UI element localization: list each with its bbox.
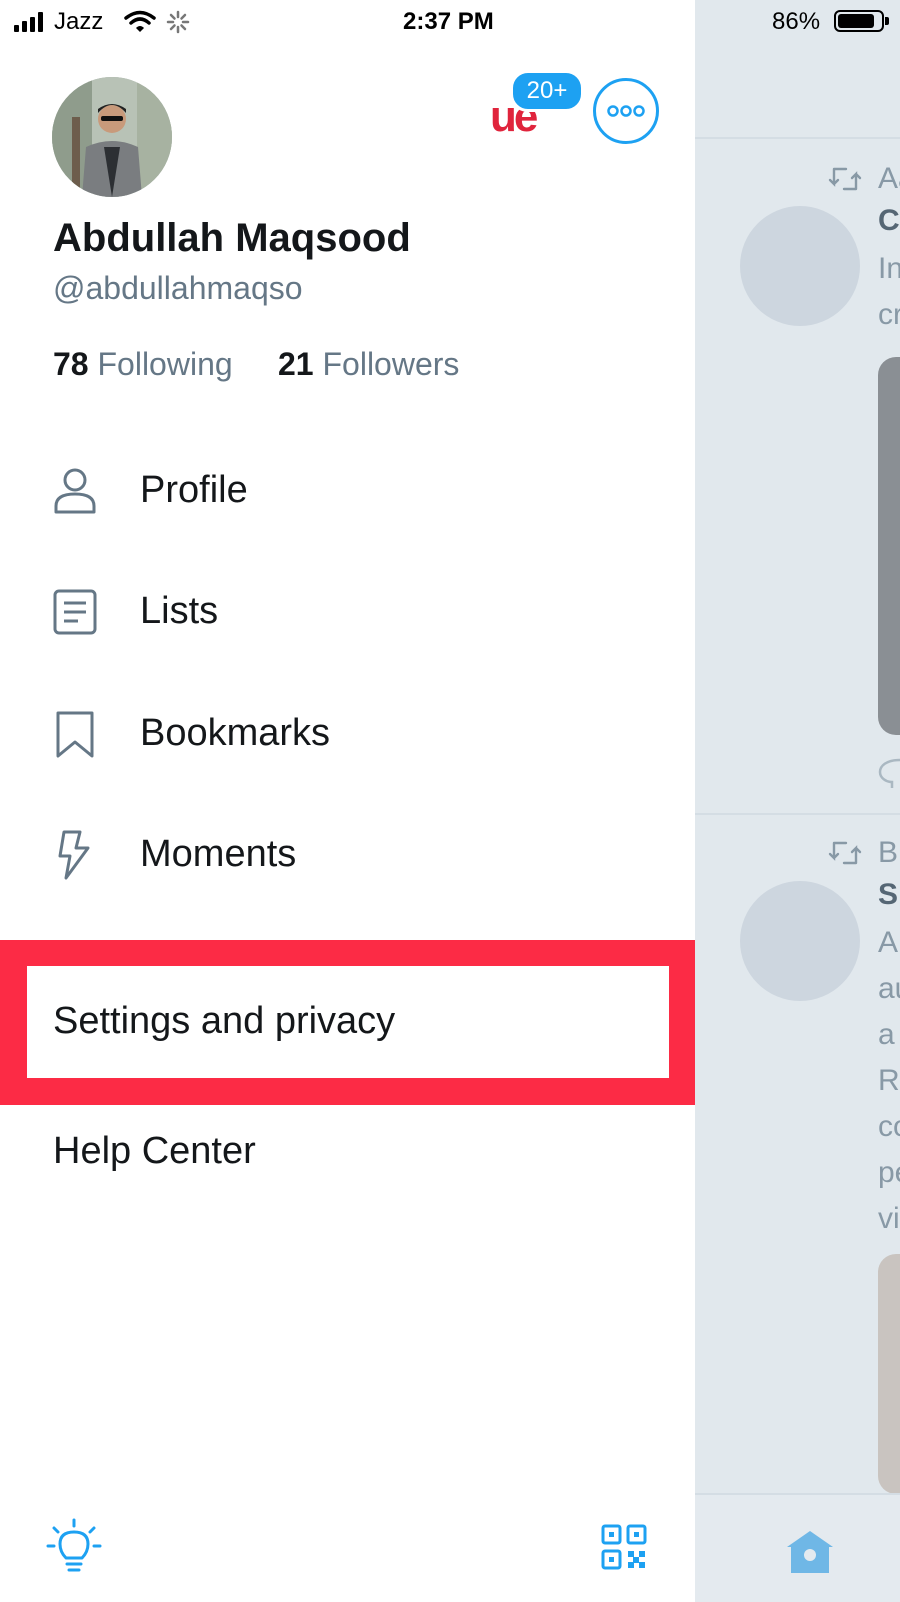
retweet-icon bbox=[828, 841, 862, 865]
profile-name[interactable]: Abdullah Maqsood bbox=[53, 216, 411, 261]
retweet-icon bbox=[828, 167, 862, 191]
menu-item-label: Profile bbox=[140, 469, 248, 511]
lightbulb-icon[interactable] bbox=[46, 1518, 102, 1574]
tweet-author: C bbox=[878, 204, 900, 237]
tweet-text-line: au bbox=[878, 972, 900, 1005]
following-link[interactable]: 78 Following bbox=[53, 346, 233, 383]
menu-item-label: Lists bbox=[140, 590, 219, 632]
battery-cap bbox=[885, 17, 889, 25]
retweeter-name: Aa bbox=[878, 162, 900, 195]
menu-item-label: Bookmarks bbox=[140, 712, 331, 754]
tweet-text-line: a bbox=[878, 1018, 895, 1051]
help-center-item[interactable]: Help Center bbox=[53, 1130, 256, 1173]
tweet-media[interactable] bbox=[878, 357, 900, 735]
menu-item-moments[interactable]: Moments bbox=[0, 800, 695, 910]
tweet-text-line: A bbox=[878, 926, 899, 959]
battery-icon bbox=[834, 10, 884, 32]
tweet-avatar[interactable] bbox=[740, 206, 860, 326]
menu-item-bookmarks[interactable]: Bookmarks bbox=[0, 679, 695, 789]
settings-highlight-frame: Settings and privacy bbox=[0, 940, 695, 1105]
tweet-author: S bbox=[878, 878, 899, 911]
avatar[interactable] bbox=[52, 77, 172, 197]
followers-count: 21 bbox=[278, 346, 314, 382]
list-icon bbox=[53, 589, 97, 635]
person-icon bbox=[54, 468, 96, 514]
retweeter-name: Bl bbox=[878, 836, 900, 869]
ellipsis-icon bbox=[607, 105, 645, 117]
battery-fill bbox=[838, 14, 875, 28]
avatar-photo bbox=[52, 77, 172, 197]
tweet-text-line: vi bbox=[878, 1202, 900, 1235]
tweet-text-line: In bbox=[878, 252, 900, 285]
tweet-text-line: co bbox=[878, 1110, 900, 1143]
tweet-text-line: cr bbox=[878, 298, 900, 331]
followers-label: Followers bbox=[322, 346, 460, 382]
followers-link[interactable]: 21 Followers bbox=[278, 346, 459, 383]
tweet-divider bbox=[695, 813, 900, 815]
carrier-name: Jazz bbox=[54, 8, 104, 35]
profile-handle: @abdullahmaqso bbox=[53, 270, 303, 306]
following-label: Following bbox=[97, 346, 233, 382]
signal-icon bbox=[14, 12, 48, 32]
tweet-avatar[interactable] bbox=[740, 881, 860, 1001]
account-switcher[interactable]: ue 20+ bbox=[490, 70, 584, 141]
menu-item-profile[interactable]: Profile bbox=[0, 436, 695, 546]
qr-code-icon[interactable] bbox=[601, 1524, 647, 1570]
tweet-text-line: pe bbox=[878, 1156, 900, 1189]
timeline-header-divider bbox=[695, 137, 900, 139]
notification-badge: 20+ bbox=[510, 70, 584, 112]
settings-label: Settings and privacy bbox=[53, 1000, 396, 1042]
more-options-button[interactable] bbox=[593, 78, 659, 144]
battery-percent: 86% bbox=[772, 8, 821, 35]
tab-bar bbox=[695, 1493, 900, 1602]
status-time: 2:37 PM bbox=[403, 8, 494, 35]
loading-spinner-icon bbox=[166, 10, 190, 34]
reply-icon[interactable] bbox=[878, 756, 900, 790]
home-icon[interactable] bbox=[785, 1529, 835, 1575]
wifi-icon bbox=[124, 10, 156, 32]
menu-item-lists[interactable]: Lists bbox=[0, 557, 695, 667]
tweet-text-line: R bbox=[878, 1064, 900, 1097]
following-count: 78 bbox=[53, 346, 89, 382]
tweet-media[interactable] bbox=[878, 1254, 900, 1494]
lightning-icon bbox=[58, 830, 90, 880]
side-drawer: ue 20+ Abdullah Maqsood @abdullahmaqso 7… bbox=[0, 0, 695, 1600]
timeline-background: Aa C In cr Bl S A au a R co pe vi bbox=[695, 0, 900, 1602]
status-bar: Jazz 2:37 PM 86% bbox=[0, 0, 900, 44]
menu-item-label: Moments bbox=[140, 833, 297, 875]
settings-and-privacy-item[interactable]: Settings and privacy bbox=[27, 966, 669, 1078]
bookmark-icon bbox=[56, 711, 94, 758]
